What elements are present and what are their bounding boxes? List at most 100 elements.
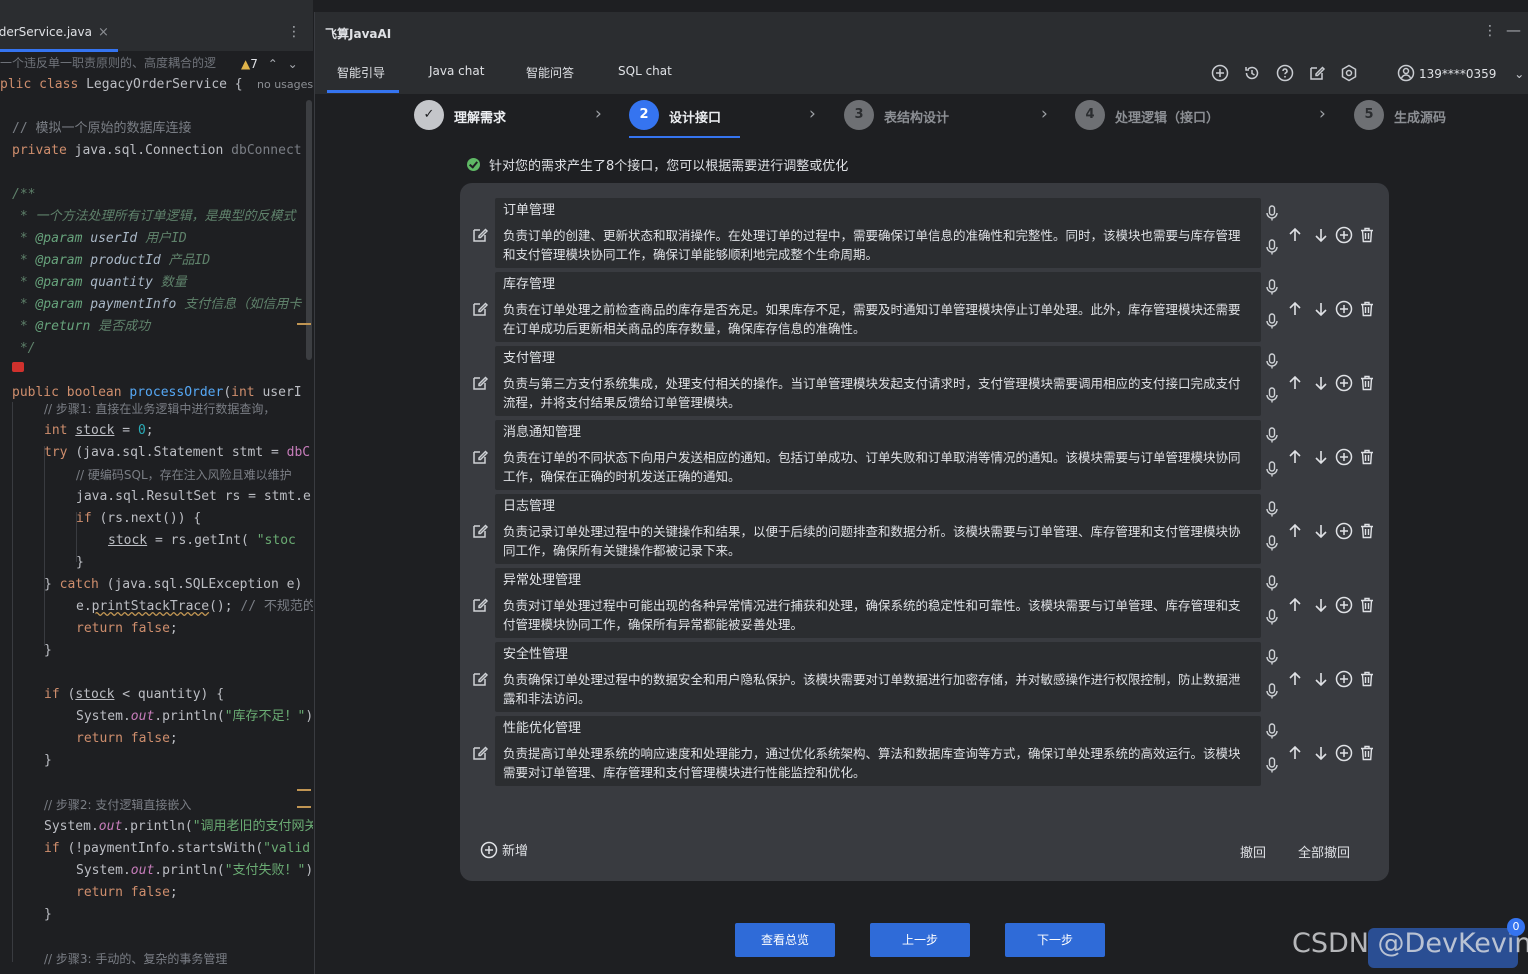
settings-icon[interactable] [1340, 64, 1358, 82]
code-line: return false; [76, 731, 178, 746]
interface-item-box[interactable]: 性能优化管理 负责提高订单处理系统的响应速度和处理能力，通过优化系统架构、算法和数… [495, 716, 1261, 786]
microphone-icon[interactable] [1263, 682, 1281, 700]
chevron-up-icon[interactable]: ⌃ [268, 57, 278, 71]
overview-button[interactable]: 查看总览 [735, 923, 835, 957]
more-vertical-icon[interactable]: ⋮ [1483, 23, 1497, 39]
move-up-icon[interactable] [1286, 670, 1304, 688]
interface-item-box[interactable]: 订单管理 负责订单的创建、更新状态和取消操作。在处理订单的过程中，需要确保订单信息… [495, 198, 1261, 268]
interface-item-box[interactable]: 消息通知管理 负责在订单的不同状态下向用户发送相应的通知。包括订单成功、订单失败和… [495, 420, 1261, 490]
add-circle-icon[interactable] [1335, 374, 1353, 392]
tab-smart-qa[interactable]: 智能问答 [526, 64, 574, 81]
edit-icon[interactable] [471, 670, 489, 688]
edit-icon[interactable] [471, 744, 489, 762]
history-icon[interactable] [1243, 64, 1261, 82]
add-interface-button[interactable]: 新增 [480, 840, 528, 859]
interface-item-box[interactable]: 安全性管理 负责确保订单处理过程中的数据安全和用户隐私保护。该模块需要对订单数据进… [495, 642, 1261, 712]
add-circle-icon[interactable] [1335, 670, 1353, 688]
edit-icon[interactable] [471, 448, 489, 466]
edit-icon[interactable] [1308, 64, 1326, 82]
microphone-icon[interactable] [1263, 500, 1281, 518]
delete-icon[interactable] [1358, 522, 1376, 540]
move-down-icon[interactable] [1312, 522, 1330, 540]
delete-icon[interactable] [1358, 226, 1376, 244]
code-line: * 一个方法处理所有订单逻辑，是典型的反模式 [12, 209, 296, 224]
add-circle-icon[interactable] [1335, 226, 1353, 244]
prev-step-button[interactable]: 上一步 [870, 923, 970, 957]
move-up-icon[interactable] [1286, 300, 1304, 318]
plugin-gutter-icon[interactable] [12, 358, 26, 380]
microphone-icon[interactable] [1263, 648, 1281, 666]
microphone-icon[interactable] [1263, 352, 1281, 370]
microphone-icon[interactable] [1263, 386, 1281, 404]
edit-icon[interactable] [471, 226, 489, 244]
move-down-icon[interactable] [1312, 670, 1330, 688]
minimize-icon[interactable]: — [1506, 21, 1521, 39]
tab-java-chat[interactable]: Java chat [429, 64, 484, 78]
microphone-icon[interactable] [1263, 574, 1281, 592]
delete-icon[interactable] [1358, 300, 1376, 318]
add-circle-icon[interactable] [1335, 596, 1353, 614]
tab-smart-guide[interactable]: 智能引导 [337, 64, 385, 81]
microphone-icon[interactable] [1263, 722, 1281, 740]
microphone-icon[interactable] [1263, 608, 1281, 626]
code-area[interactable]: 一个违反单一职责原则的、高度耦合的逻 plic class LegacyOrde… [0, 52, 313, 974]
code-line: return false; [76, 621, 178, 636]
microphone-icon[interactable] [1263, 460, 1281, 478]
delete-icon[interactable] [1358, 374, 1376, 392]
chevron-right-icon: › [809, 104, 816, 124]
delete-icon[interactable] [1358, 448, 1376, 466]
add-circle-icon[interactable] [1335, 448, 1353, 466]
next-step-button[interactable]: 下一步 [1005, 923, 1105, 957]
edit-icon[interactable] [471, 374, 489, 392]
notification-count-badge[interactable]: 0 [1507, 918, 1525, 936]
edit-icon[interactable] [471, 300, 489, 318]
user-menu[interactable]: 139****0359 ⌄ [1397, 64, 1524, 82]
move-up-icon[interactable] [1286, 596, 1304, 614]
microphone-icon[interactable] [1263, 534, 1281, 552]
move-down-icon[interactable] [1312, 226, 1330, 244]
move-up-icon[interactable] [1286, 448, 1304, 466]
move-down-icon[interactable] [1312, 744, 1330, 762]
move-up-icon[interactable] [1286, 374, 1304, 392]
help-icon[interactable] [1276, 64, 1294, 82]
code-line: * @param userId 用户ID [12, 231, 187, 246]
interface-item-box[interactable]: 异常处理管理 负责对订单处理过程中可能出现的各种异常情况进行捕获和处理，确保系统的… [495, 568, 1261, 638]
undo-button[interactable]: 撤回 [1240, 842, 1266, 861]
microphone-icon[interactable] [1263, 426, 1281, 444]
undo-all-button[interactable]: 全部撤回 [1298, 842, 1350, 861]
add-circle-icon[interactable] [1335, 522, 1353, 540]
usage-hint[interactable]: no usages [257, 74, 313, 96]
add-circle-icon[interactable] [1211, 64, 1229, 82]
editor-scrollbar[interactable] [306, 100, 312, 360]
move-up-icon[interactable] [1286, 226, 1304, 244]
interface-item-box[interactable]: 库存管理 负责在订单处理之前检查商品的库存是否充足。如果库存不足，需要及时通知订单… [495, 272, 1261, 342]
add-circle-icon[interactable] [1335, 300, 1353, 318]
close-icon[interactable]: × [98, 25, 109, 40]
success-check-icon [467, 158, 480, 171]
delete-icon[interactable] [1358, 596, 1376, 614]
add-circle-icon[interactable] [1335, 744, 1353, 762]
move-down-icon[interactable] [1312, 300, 1330, 318]
move-down-icon[interactable] [1312, 448, 1330, 466]
move-up-icon[interactable] [1286, 522, 1304, 540]
edit-icon[interactable] [471, 596, 489, 614]
microphone-icon[interactable] [1263, 278, 1281, 296]
microphone-icon[interactable] [1263, 756, 1281, 774]
inspection-widget[interactable]: ▲7 ⌃ ⌄ [241, 57, 298, 71]
delete-icon[interactable] [1358, 670, 1376, 688]
move-up-icon[interactable] [1286, 744, 1304, 762]
edit-icon[interactable] [471, 522, 489, 540]
interface-item-box[interactable]: 日志管理 负责记录订单处理过程中的关键操作和结果，以便于后续的问题排查和数据分析。… [495, 494, 1261, 564]
microphone-icon[interactable] [1263, 312, 1281, 330]
code-line: * @param paymentInfo 支付信息（如信用卡 [12, 297, 302, 312]
tab-sql-chat[interactable]: SQL chat [618, 64, 672, 78]
microphone-icon[interactable] [1263, 204, 1281, 222]
microphone-icon[interactable] [1263, 238, 1281, 256]
more-vertical-icon[interactable]: ⋮ [287, 24, 301, 40]
interface-item-box[interactable]: 支付管理 负责与第三方支付系统集成，处理支付相关的操作。当订单管理模块发起支付请求… [495, 346, 1261, 416]
chevron-down-icon[interactable]: ⌄ [288, 57, 298, 71]
interface-description: 负责在订单处理之前检查商品的库存是否充足。如果库存不足，需要及时通知订单管理模块… [503, 302, 1241, 336]
move-down-icon[interactable] [1312, 596, 1330, 614]
delete-icon[interactable] [1358, 744, 1376, 762]
move-down-icon[interactable] [1312, 374, 1330, 392]
